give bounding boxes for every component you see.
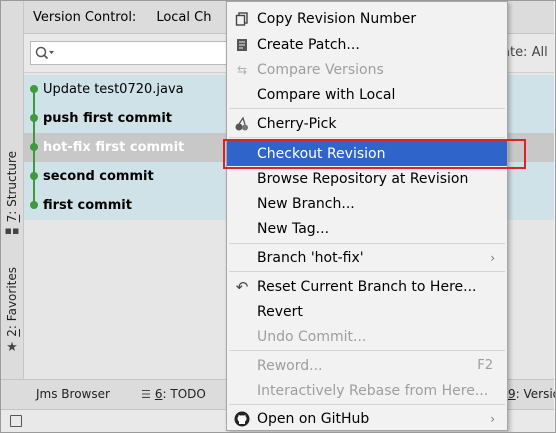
structure-icon: ▪▪ bbox=[4, 224, 20, 238]
menu-compare-with-local[interactable]: Compare with Local bbox=[227, 82, 507, 107]
star-icon: ★ bbox=[6, 339, 18, 355]
menu-revert[interactable]: Revert bbox=[227, 299, 507, 324]
search-icon bbox=[35, 46, 54, 60]
tool-windows-toggle-icon[interactable] bbox=[10, 415, 22, 427]
menu-new-branch[interactable]: New Branch... bbox=[227, 191, 507, 216]
menu-copy-revision-number[interactable]: Copy Revision Number bbox=[227, 6, 507, 31]
commit-message: second commit bbox=[43, 169, 154, 184]
menu-reset-current-branch[interactable]: ↶ Reset Current Branch to Here... bbox=[227, 274, 507, 299]
search-input[interactable] bbox=[30, 41, 230, 65]
panel-title: Version Control: bbox=[33, 9, 137, 25]
reword-shortcut: F2 bbox=[477, 358, 493, 373]
menu-checkout-revision[interactable]: Checkout Revision bbox=[227, 141, 507, 166]
menu-reword[interactable]: Reword... F2 bbox=[227, 353, 507, 378]
left-tool-strip: 7: Structure ▪▪ 2: Favorites ★ bbox=[1, 1, 24, 379]
list-icon: ☰ bbox=[141, 388, 151, 401]
commit-context-menu: Copy Revision Number Create Patch... ⇆ C… bbox=[226, 1, 508, 431]
menu-separator bbox=[229, 243, 505, 244]
menu-separator bbox=[229, 137, 505, 138]
menu-interactive-rebase[interactable]: Interactively Rebase from Here... bbox=[227, 378, 507, 403]
github-icon bbox=[234, 411, 250, 427]
menu-cherry-pick[interactable]: Cherry-Pick bbox=[227, 111, 507, 136]
commit-message: hot-fix first commit bbox=[43, 140, 185, 155]
commit-message: push first commit bbox=[43, 111, 173, 126]
commit-message: Update test0720.java bbox=[43, 82, 184, 97]
menu-separator bbox=[229, 271, 505, 272]
structure-tool-tab[interactable]: 7: Structure ▪▪ bbox=[1, 151, 23, 237]
favorites-tool-tab[interactable]: 2: Favorites ★ bbox=[1, 267, 23, 355]
cherry-icon bbox=[234, 116, 250, 132]
commit-message: first commit bbox=[43, 198, 132, 213]
tab-local-changes[interactable]: Local Ch bbox=[156, 10, 211, 25]
submenu-arrow-icon: › bbox=[490, 250, 495, 265]
commit-graph-line bbox=[33, 88, 35, 206]
menu-new-tag[interactable]: New Tag... bbox=[227, 216, 507, 241]
patch-icon bbox=[234, 37, 250, 53]
jms-browser-tab[interactable]: Jms Browser bbox=[36, 387, 110, 401]
version-control-tab[interactable]: 9: Versio bbox=[508, 387, 556, 401]
copy-icon bbox=[234, 11, 250, 27]
undo-icon: ↶ bbox=[235, 277, 249, 296]
menu-browse-repository[interactable]: Browse Repository at Revision bbox=[227, 166, 507, 191]
todo-tab[interactable]: ☰ 6: TODO bbox=[141, 387, 206, 401]
compare-icon: ⇆ bbox=[236, 62, 248, 77]
menu-branch-hot-fix[interactable]: Branch 'hot-fix' › bbox=[227, 245, 507, 270]
menu-undo-commit[interactable]: Undo Commit... bbox=[227, 324, 507, 349]
date-filter[interactable]: ate: All bbox=[502, 45, 548, 60]
menu-separator bbox=[229, 108, 505, 109]
menu-separator bbox=[229, 404, 505, 405]
structure-tab-label: 7: Structure bbox=[5, 151, 19, 223]
submenu-arrow-icon: › bbox=[490, 411, 495, 426]
menu-compare-versions[interactable]: ⇆ Compare Versions bbox=[227, 57, 507, 82]
menu-separator bbox=[229, 350, 505, 351]
favorites-tab-label: 2: Favorites bbox=[5, 267, 19, 337]
menu-open-on-github[interactable]: Open on GitHub › bbox=[227, 406, 507, 431]
menu-create-patch[interactable]: Create Patch... bbox=[227, 32, 507, 57]
